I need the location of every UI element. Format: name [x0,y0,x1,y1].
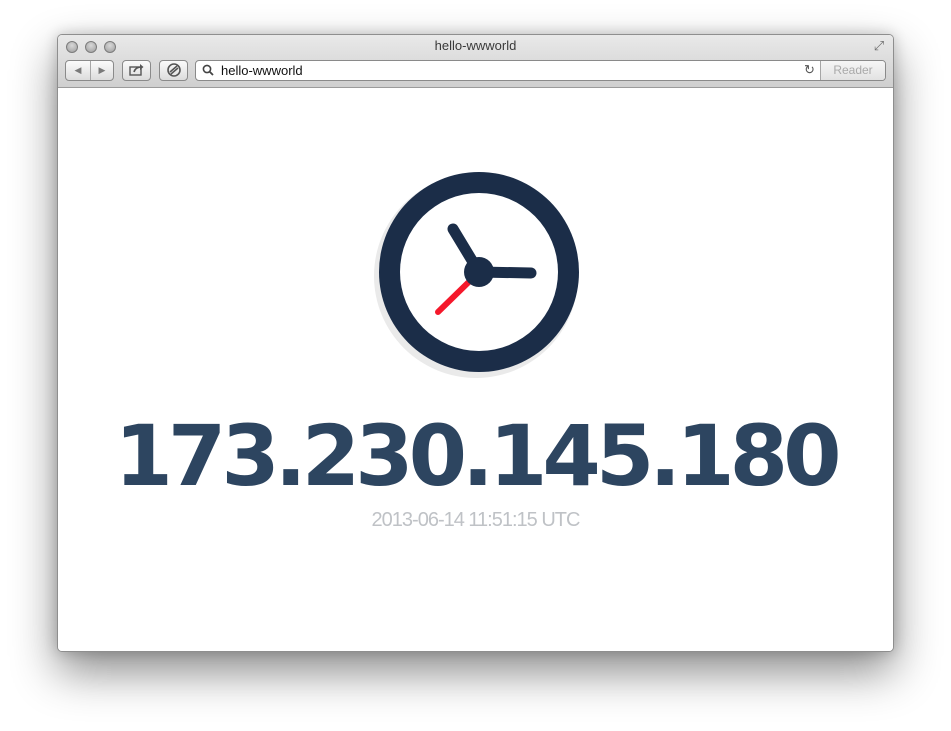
address-input[interactable]: hello-wwworld [221,63,303,78]
address-bar[interactable]: hello-wwworld ↻ Reader [195,60,886,81]
timestamp: 2013-06-14 11:51:15 UTC [371,509,581,531]
back-arrow-icon: ◀ [74,65,82,75]
share-icon [129,64,144,76]
browser-toolbar: hello-wwworld ⤢ ◀ ▶ hello-wwworld ↻ Read… [58,35,893,88]
clock-icon [374,172,579,378]
browser-window: hello-wwworld ⤢ ◀ ▶ hello-wwworld ↻ Read… [57,34,894,652]
share-button[interactable] [122,60,151,81]
ip-address: 173.230.145.180 [114,407,841,505]
back-button[interactable]: ◀ [66,61,91,80]
fullscreen-icon[interactable]: ⤢ [871,38,887,54]
search-icon [202,64,214,76]
forward-arrow-icon: ▶ [98,65,106,75]
reading-list-button[interactable] [159,60,188,81]
back-forward-buttons: ◀ ▶ [65,60,114,81]
reader-button[interactable]: Reader [820,61,885,80]
forward-button[interactable]: ▶ [90,61,114,80]
page-content: 173.230.145.180 2013-06-14 11:51:15 UTC [58,88,893,651]
window-title: hello-wwworld [434,38,517,53]
reading-list-icon [167,63,181,77]
reload-icon[interactable]: ↻ [804,62,815,78]
